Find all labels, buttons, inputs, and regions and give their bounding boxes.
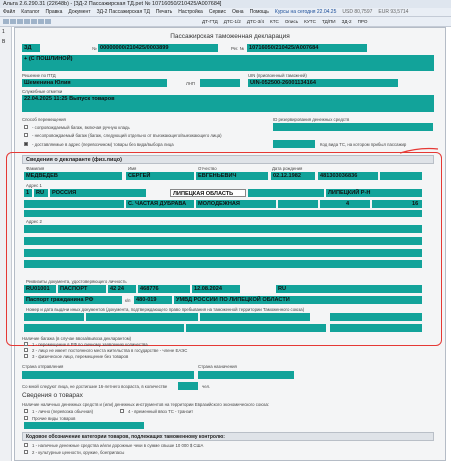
doc-header: Пассажирская таможенная декларация <box>170 33 290 40</box>
menu-settings[interactable]: Настройка <box>178 9 203 15</box>
persons-suffix: чел. <box>202 384 211 389</box>
goods-option-1-label: 1 - лично (перевозка обычная) <box>32 409 94 414</box>
vehicle-code-field[interactable] <box>273 140 315 148</box>
reg-number-field[interactable]: 10716050/210425/A007684 <box>247 44 367 52</box>
category-2-checkbox[interactable] <box>24 450 28 454</box>
toolbar-dts34[interactable]: ДТС-3/4 <box>247 19 264 24</box>
purpose-label: Наличие багажа (в случае ввоза/вывоза де… <box>22 336 132 341</box>
category-section-title: Кодовое обозначение категории товаров, п… <box>22 432 434 441</box>
transfer-option-2-label: - несопровождаемый багаж (багаж, следующ… <box>32 133 222 138</box>
goods-option-3-checkbox[interactable] <box>24 416 28 420</box>
transfer-option-3-checkbox[interactable] <box>24 142 28 146</box>
menu-file[interactable]: Файл <box>3 9 15 15</box>
copy-icon[interactable] <box>31 19 37 25</box>
open-icon[interactable] <box>10 19 16 25</box>
status-field[interactable]: 22.04.2025 11:25 Выпуск товаров <box>22 95 434 103</box>
goods-text: Наличие наличных денежных средств и (или… <box>22 402 270 407</box>
vehicle-code-label: Код вида ТС, на котором прибыл пассажир <box>320 142 407 147</box>
goods-option-1-checkbox[interactable] <box>24 409 28 413</box>
goods-title: Сведения о товарах <box>22 392 83 399</box>
reservation-id-field[interactable] <box>273 123 433 131</box>
search-icon[interactable] <box>45 19 51 25</box>
menu-catalog[interactable]: Каталог <box>21 9 39 15</box>
transfer-label: Способ перемещения <box>22 117 66 122</box>
save-icon[interactable] <box>17 19 23 25</box>
inspector-label: Решение по ПТД <box>22 73 56 78</box>
menu-service[interactable]: Сервис <box>209 9 226 15</box>
departure-country-field[interactable] <box>22 371 194 379</box>
minors-count-field[interactable] <box>178 382 198 390</box>
category-1-checkbox[interactable] <box>24 443 28 447</box>
reg-prefix: Рег. № <box>231 46 245 51</box>
menu-bar: Файл Каталог Правка Документ ЗД-2 Пассаж… <box>0 8 451 17</box>
purpose-3-label: 3 - физическое лицо, перемещение без тов… <box>32 354 129 359</box>
highlight-frame <box>6 152 442 346</box>
purpose-2-checkbox[interactable] <box>24 348 28 352</box>
lnp-field[interactable] <box>200 79 240 87</box>
destination-country-label: Страна назначения <box>198 364 237 369</box>
toolbar-icons <box>3 19 52 25</box>
goods-option-3-label: Прочие виды товаров <box>32 416 76 421</box>
doc-number-field[interactable]: 00000000/210425/0003899 <box>98 44 218 52</box>
side-row-1[interactable]: 1 <box>0 27 11 37</box>
menu-help[interactable]: Помощь <box>250 9 269 15</box>
inspector-field[interactable]: Шеменина Юлия <box>22 79 167 87</box>
departure-country-label: Страна отправления <box>22 364 64 369</box>
uin-field[interactable]: UIN-052500-26001134164 <box>248 79 398 87</box>
purpose-3-checkbox[interactable] <box>24 354 28 358</box>
toolbar-zd2[interactable]: ЗД-2 <box>342 19 352 24</box>
status-label: Служебные отметки <box>22 89 63 94</box>
destination-country-field[interactable] <box>198 371 294 379</box>
currency-label[interactable]: Курсы на сегодня 22.04.25 <box>275 9 336 15</box>
currency-usd: USD 80,7597 <box>342 9 373 15</box>
toolbar-dt[interactable]: ДТ-ГТД <box>202 19 218 24</box>
goods-other-field[interactable] <box>24 422 144 429</box>
window-title: Альта 2.6.290.31 (22648b) - [ЗД-2 Пассаж… <box>3 1 222 7</box>
toolbar-tdpi[interactable]: ТД/ПИ <box>322 19 336 24</box>
number-prefix: № <box>92 46 97 51</box>
duty-extra-field[interactable] <box>22 63 434 71</box>
duty-field[interactable]: + (С ПОШЛИНОЙ) <box>22 55 434 63</box>
purpose-2-label: 2 - лицо не имеет постоянного места жите… <box>32 348 188 353</box>
transfer-option-1-label: - сопровождаемый багаж, включая ручную к… <box>32 125 130 130</box>
toolbar: ДТ-ГТД ДТС-1/2 ДТС-3/4 КТС Опись КУТС ТД… <box>0 17 451 27</box>
currency-eur: EUR 93,5714 <box>378 9 409 15</box>
lnp-label: ЛНП <box>186 81 196 86</box>
menu-print[interactable]: Печать <box>156 9 172 15</box>
category-1-label: 1 - наличные денежные средства и/или дор… <box>32 443 204 448</box>
new-doc-icon[interactable] <box>3 19 9 25</box>
side-row-2[interactable]: В <box>0 37 11 47</box>
purpose-1-label: 1 - перемещение в РФ по личному заявлени… <box>32 342 148 347</box>
doc-type-field[interactable]: ЗД <box>22 44 40 52</box>
menu-windows[interactable]: Окна <box>232 9 244 15</box>
goods-option-2-label: 4 - временный ввоз ТС - транзит <box>128 409 194 414</box>
reservation-id-label: ID резервирования денежных средств <box>273 117 350 122</box>
menu-edit[interactable]: Правка <box>45 9 62 15</box>
purpose-1-checkbox[interactable] <box>24 342 28 346</box>
transfer-option-1-checkbox[interactable] <box>24 125 28 129</box>
category-2-label: 2 - культурные ценности, оружие, боеприп… <box>32 450 125 455</box>
menu-document[interactable]: Документ <box>68 9 90 15</box>
toolbar-inventory[interactable]: Опись <box>285 19 298 24</box>
paste-icon[interactable] <box>38 19 44 25</box>
toolbar-pro[interactable]: ПРО <box>358 19 368 24</box>
toolbar-kuts[interactable]: КУТС <box>304 19 316 24</box>
window-title-bar: Альта 2.6.290.31 (22648b) - [ЗД-2 Пассаж… <box>0 0 451 8</box>
toolbar-kts[interactable]: КТС <box>270 19 279 24</box>
status-extra-field[interactable] <box>22 103 434 112</box>
menu-zd2[interactable]: ЗД-2 Пассажирская ТД <box>97 9 150 15</box>
print-icon[interactable] <box>24 19 30 25</box>
toolbar-dts12[interactable]: ДТС-1/2 <box>224 19 241 24</box>
transfer-option-3-label: - доставляемые в адрес (перевозчиком) то… <box>32 142 174 147</box>
uin-label: UIN (присвоенный таможней) <box>248 73 307 78</box>
goods-option-2-checkbox[interactable] <box>120 409 124 413</box>
transfer-option-2-checkbox[interactable] <box>24 133 28 137</box>
minors-count-label: Со мной следуют лица, не достигшие 16-ле… <box>22 384 168 389</box>
